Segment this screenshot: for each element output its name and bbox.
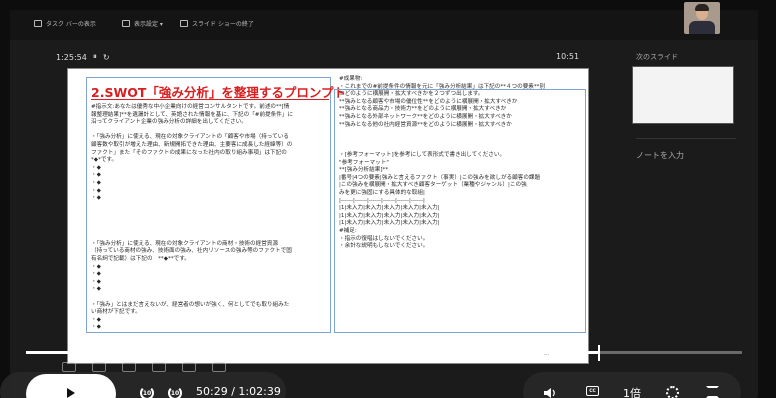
slide-text-line: "参考フォーマット" (339, 159, 389, 166)
reset-icon[interactable]: ↻ (103, 53, 110, 62)
clock: 10:51 (556, 52, 580, 61)
taskbar-label: タスク バーの表示 (46, 21, 96, 28)
slide-text-line: |この強みを横展開・拡大すべき顧客ターゲット（業種やジャンル）|この強 (339, 182, 527, 189)
play-button[interactable] (26, 374, 116, 398)
slide-text-line: ・◆ (91, 263, 101, 270)
person-hair (695, 4, 709, 11)
slide-text-line: ・これまでの#前提条件の情報を元に「強み分析結果」は下記の**４つの要素**別 (339, 83, 546, 90)
slide-text-line: みを更に強固にする具体的な取組| (339, 190, 425, 196)
slide-text-line: **[強み分析結果]** (339, 167, 389, 174)
slide-text-line: ・◆ (91, 172, 101, 179)
zoom-icon[interactable] (122, 362, 136, 372)
slide-text-line: **強みとなる他の社内経営資源**をどのように横展開・拡大すべきか (339, 121, 512, 128)
video-progress-bar[interactable] (26, 351, 742, 354)
pause-icon[interactable]: ⏸ (93, 52, 97, 62)
slides-grid-icon[interactable] (92, 362, 106, 372)
settings-gear-icon[interactable] (666, 386, 679, 398)
playback-time: 50:29 / 1:02:39 (196, 385, 281, 398)
more-icon[interactable] (212, 362, 226, 372)
forward-10-icon[interactable]: 10 (168, 386, 182, 398)
subtitles-icon[interactable] (182, 362, 196, 372)
display-settings-label: 表示設定 ▾ (134, 21, 163, 28)
next-slide-thumbnail[interactable] (632, 66, 734, 124)
slide-text-line: ・◆ (91, 187, 101, 194)
slide-text-line: ・◆ (91, 286, 101, 293)
slide-text-line: ・◆ (91, 164, 101, 171)
fullscreen-icon[interactable] (706, 386, 719, 398)
slide-text-line: |1|未入力|未入力|未入力|未入力|未入力| (339, 220, 440, 227)
slide-text-line: #補足: (339, 228, 357, 234)
presenter-view: タスク バーの表示 表示設定 ▾ スライド ショーの終了 1:25:54 ⏸ ↻… (10, 10, 758, 398)
slide-text-line: ・「強み分析」に使える、現在の対象クライアントの「顧客や市場（持っている (91, 134, 289, 141)
slide-text-line: ・「強み」とはまだ言えないが、経営者の想いが強く、何としてでも取り組みた (91, 301, 290, 308)
current-slide: 2.SWOT「強み分析」を整理するプロンプト #指示文:あなたは優秀な中小企業向… (67, 68, 589, 364)
title-underline (91, 99, 329, 100)
person-body (689, 21, 715, 34)
time-separator: / (231, 385, 235, 398)
taskbar-toggle[interactable]: タスク バーの表示 (34, 19, 96, 28)
slide-text-line: （持っている商材の強み、技術面の強み、社内リソースの強み等のファクトで固 (91, 248, 292, 255)
slide-text-line: 有名詞で記載）は下記の **◆**です。 (91, 256, 190, 262)
slide-text-line: *◆*です。 (91, 157, 118, 164)
slide-text-line: ・◆ (91, 278, 101, 285)
display-settings-menu[interactable]: 表示設定 ▾ (122, 19, 163, 28)
slide-text-line: **強みとなる外部ネットワーク**をどのように横展開・拡大すべきか (339, 114, 512, 120)
elapsed-timer: 1:25:54 ⏸ ↻ (56, 52, 110, 62)
slide-text-line: 報整理結果]**を遺漏計として、英語された情報を基に、下記の「#前提条件」に (91, 111, 294, 118)
slide-text-line: ・「強み分析」に使える、現在の対象クライアントの商材・技術の経営資源 (91, 240, 278, 247)
rewind-10-icon[interactable]: 10 (140, 386, 154, 398)
slide-text-line: #指示文:あなたは優秀な中小企業向けの経営コンサルタントです。前述の**[情 (91, 104, 290, 110)
slide-text-line: |番号|4つの要素|強みと言えるファクト（事実）|この強みを欲しがる顧客の課題 (339, 174, 541, 181)
slide-text-line: ・指示の復唱はしないでください。 (339, 235, 429, 242)
slide-text-line: 顧客数や取引が増えた理由、新規開拓できた理由、主要客に成長した経緯等）の (91, 142, 293, 148)
captions-icon[interactable]: CC (586, 386, 599, 396)
playback-speed-button[interactable]: 1倍 (623, 385, 641, 398)
slide-text-line: |1|未入力|未入力|未入力|未入力|未入力| (339, 205, 440, 212)
slide-text-line: ・◆ (91, 316, 101, 323)
slide-text-line: #成果物: (339, 76, 363, 82)
slide-text-line: ・◆ (91, 271, 101, 278)
presenter-toolbar: タスク バーの表示 表示設定 ▾ スライド ショーの終了 (10, 10, 758, 40)
slide-text-line: **強みとなる商品力・技術力**をどのように横展開・拡大すべきか (339, 106, 507, 113)
slide-text-line: ・◆ (91, 195, 101, 202)
progress-scrubber[interactable] (598, 345, 600, 361)
elapsed-time: 1:25:54 (56, 52, 87, 62)
end-slideshow-label: スライド ショーの終了 (192, 21, 254, 28)
volume-icon[interactable] (544, 388, 556, 398)
presenter-tools (62, 362, 226, 372)
webcam-thumbnail (684, 2, 720, 34)
slide-text-line: ・◆ (91, 324, 101, 331)
slide-text-line: ファクト」また「そのファクトの成果になった社内の取り組み事項」は下記の (91, 149, 287, 156)
slide-text-line: い商材が下記です。 (91, 309, 141, 316)
monitor-icon (122, 20, 130, 27)
video-progress-fill (26, 351, 599, 354)
taskbar-icon (34, 20, 42, 27)
slide-text-line: ・◆ (91, 180, 101, 186)
slide-text-line: |------|------|------|------|------|----… (339, 197, 425, 204)
slide-text-line: |1|未入力|未入力|未入力|未入力|未入力| (339, 212, 440, 219)
time-total: 1:02:39 (238, 385, 281, 398)
divider (636, 138, 736, 139)
slide-text-line: **強みとなる顧客や市場の優位性**をどのように横展開・拡大すべきか (339, 98, 518, 105)
slide-right-panel: #成果物: ・これまでの#前提条件の情報を元に「強み分析結果」は下記の**４つの要… (334, 76, 586, 333)
slide-text-line: ・[参考フォーマット]を参考にして表形式で書き出してください。 (339, 152, 506, 158)
time-current: 50:29 (196, 385, 228, 398)
slide-text-line: ・余計な説明もしないでください。 (339, 243, 429, 250)
slide-text-line: にどのように横展開・拡大すべきかを２つずつ出します。 (339, 91, 484, 98)
slide-left-panel: 2.SWOT「強み分析」を整理するプロンプト #指示文:あなたは優秀な中小企業向… (86, 77, 346, 333)
screen-icon[interactable] (152, 362, 166, 372)
pen-tool-icon[interactable] (62, 362, 76, 372)
next-slide-label: 次のスライド (636, 53, 678, 61)
slide-text-line: 沿ってクライアント企業の強み分析の詳細を出してください。 (91, 119, 247, 126)
notes-input[interactable]: ノートを入力 (636, 150, 684, 161)
end-slideshow-icon (180, 20, 188, 27)
end-slideshow-button[interactable]: スライド ショーの終了 (180, 19, 254, 28)
